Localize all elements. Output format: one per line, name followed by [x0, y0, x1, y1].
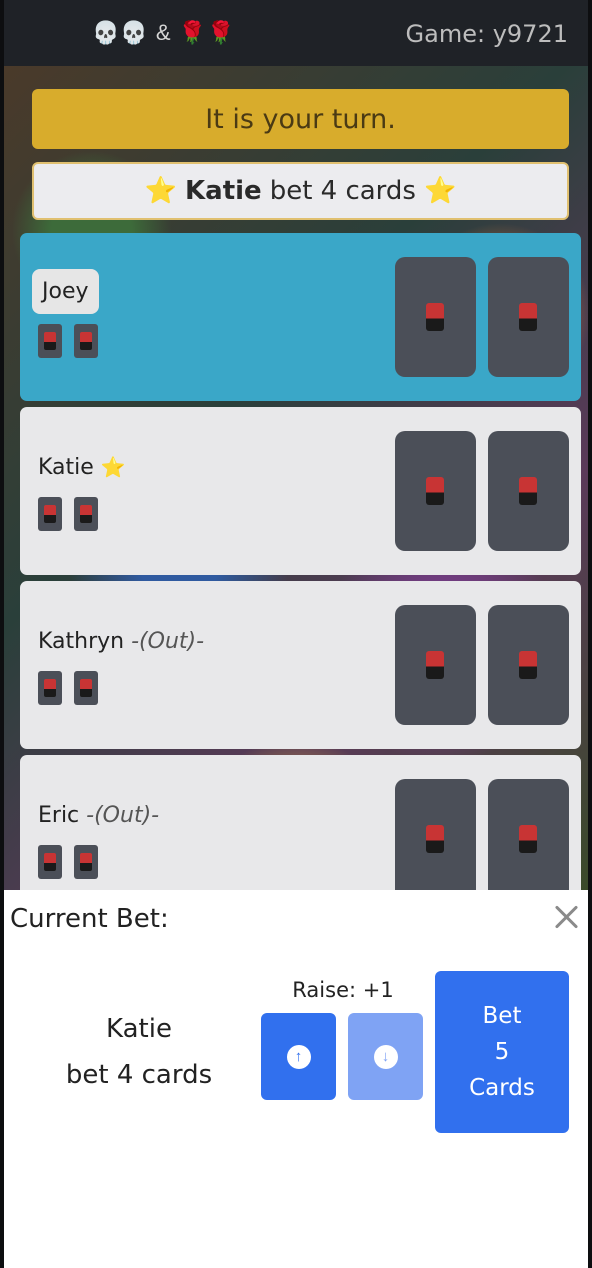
bet-button-line: Bet: [482, 1003, 522, 1029]
card-back-icon: [38, 671, 62, 705]
out-status: -(Out)-: [86, 803, 160, 828]
arrow-down-icon: ↓: [373, 1044, 398, 1069]
card-back-icon: [38, 845, 62, 879]
player-row-eric[interactable]: Eric -(Out)-: [20, 755, 581, 890]
top-bar: 💀💀 & 🌹🌹 Game: y9721: [0, 0, 592, 66]
played-card[interactable]: [395, 779, 476, 890]
player-hand: [38, 845, 98, 879]
bet-leader: Katie: [185, 176, 262, 206]
played-card[interactable]: [395, 431, 476, 551]
raise-down-button[interactable]: ↓: [348, 1013, 423, 1100]
player-hand: [38, 497, 98, 531]
card-back-icon: [74, 324, 98, 358]
bet-button-line: Cards: [469, 1075, 535, 1101]
raise-label: Raise: +1: [292, 978, 394, 1002]
bet-button-line: 5: [494, 1039, 510, 1065]
panel-title: Current Bet:: [10, 904, 169, 934]
current-bidder: Katie: [106, 1014, 172, 1044]
played-card[interactable]: [488, 605, 569, 725]
star-icon: ⭐: [423, 176, 457, 206]
card-back-icon: [74, 497, 98, 531]
star-icon: ⭐: [100, 455, 126, 479]
out-status: -(Out)-: [131, 629, 205, 654]
player-hand: [38, 671, 98, 705]
app-brand: 💀💀 & 🌹🌹: [92, 20, 236, 45]
played-card[interactable]: [488, 257, 569, 377]
player-name: Katie ⭐: [38, 455, 126, 480]
played-card[interactable]: [488, 431, 569, 551]
bet-banner: ⭐ Katie bet 4 cards ⭐: [32, 162, 569, 220]
played-card[interactable]: [395, 257, 476, 377]
bet-panel: Current Bet: Katie bet 4 cards Raise: +1…: [0, 890, 592, 1268]
card-back-icon: [38, 497, 62, 531]
player-row-katie[interactable]: Katie ⭐: [20, 407, 581, 575]
close-icon[interactable]: [552, 902, 582, 932]
played-card[interactable]: [395, 605, 476, 725]
current-bet: bet 4 cards: [65, 1060, 213, 1090]
star-icon: ⭐: [144, 176, 178, 206]
card-back-icon: [74, 845, 98, 879]
player-name: Kathryn -(Out)-: [38, 629, 205, 654]
player-row-kathryn[interactable]: Kathryn -(Out)-: [20, 581, 581, 749]
player-name: Eric -(Out)-: [38, 803, 160, 828]
arrow-up-icon: ↑: [286, 1044, 311, 1069]
card-back-icon: [38, 324, 62, 358]
player-hand: [38, 324, 98, 358]
player-row-joey[interactable]: Joey: [20, 233, 581, 401]
raise-up-button[interactable]: ↑: [261, 1013, 336, 1100]
bet-button[interactable]: Bet 5 Cards: [435, 971, 569, 1133]
game-board: It is your turn. ⭐ Katie bet 4 cards ⭐ J…: [0, 66, 592, 890]
game-code: Game: y9721: [405, 20, 568, 48]
card-back-icon: [74, 671, 98, 705]
bet-text: bet 4 cards: [269, 176, 416, 206]
player-name: Joey: [32, 269, 99, 314]
turn-banner: It is your turn.: [32, 89, 569, 149]
played-card[interactable]: [488, 779, 569, 890]
